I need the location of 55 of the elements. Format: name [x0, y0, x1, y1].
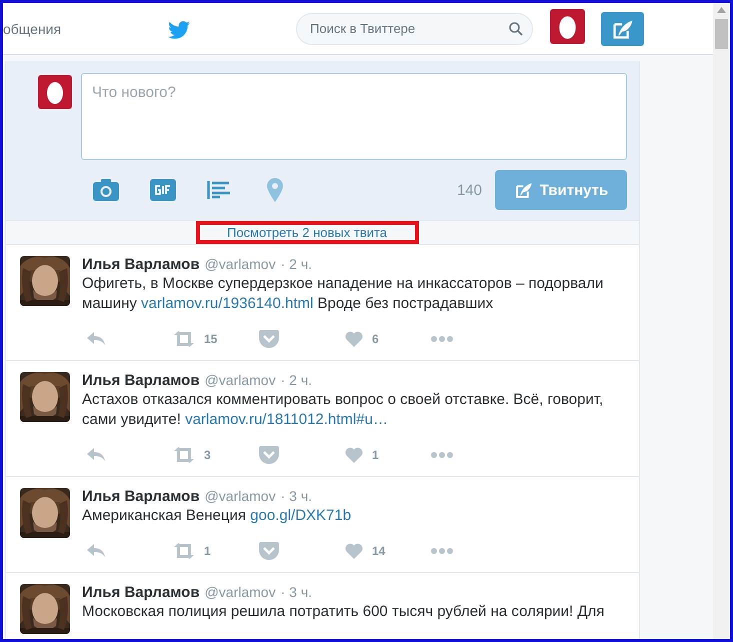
like-count: 6: [372, 332, 379, 346]
scrollbar-thumb[interactable]: [715, 19, 728, 49]
more-icon[interactable]: [431, 336, 453, 342]
camera-icon[interactable]: [93, 179, 119, 201]
author-handle[interactable]: @varlamov: [204, 488, 276, 504]
reply-icon[interactable]: [87, 448, 105, 462]
tweet-link[interactable]: goo.gl/DXK71b: [250, 507, 352, 524]
tweet-text: Астахов отказался комментировать вопрос о своей отставке. Всё, говорит, сами увидите! varlamov.ru/1811012.html#u…: [82, 390, 604, 430]
compose-tweet-button[interactable]: [601, 12, 644, 46]
author-handle[interactable]: @varlamov: [204, 372, 276, 388]
pocket-icon[interactable]: [259, 330, 279, 348]
retweet-count: 15: [204, 332, 218, 346]
author-name[interactable]: Илья Варламов: [82, 256, 200, 273]
search-field[interactable]: Поиск в Твиттере: [296, 12, 533, 44]
retweet-icon[interactable]: [173, 331, 195, 347]
scroll-up-icon[interactable]: [717, 7, 726, 13]
tweet-time[interactable]: · 3 ч.: [280, 488, 312, 504]
author-name[interactable]: Илья Варламов: [82, 488, 200, 505]
character-counter: 140: [456, 182, 482, 198]
author-name[interactable]: Илья Варламов: [82, 372, 200, 389]
like-count: 1: [372, 448, 379, 462]
retweet-count: 3: [204, 448, 211, 462]
tweet-time[interactable]: · 3 ч.: [280, 584, 312, 600]
tweet-input[interactable]: Что нового?: [81, 73, 627, 160]
retweet-count: 1: [204, 544, 211, 558]
author-handle[interactable]: @varlamov: [204, 256, 276, 272]
bird-logo-icon[interactable]: [167, 18, 191, 38]
tweet-text: Офигеть, в Москве супердерзкое нападение на инкассаторов – подорвали машину varlamov.ru/1936140.html Вроде без пострадавших: [82, 274, 604, 314]
retweet-icon[interactable]: [173, 543, 195, 559]
author-handle[interactable]: @varlamov: [204, 584, 276, 600]
heart-icon[interactable]: [345, 447, 363, 463]
reply-icon[interactable]: [87, 332, 105, 346]
heart-icon[interactable]: [345, 331, 363, 347]
more-icon[interactable]: [431, 452, 453, 458]
tweet-text: Американская Венеция goo.gl/DXK71b: [82, 506, 352, 526]
tweet-link[interactable]: varlamov.ru/1936140.html: [141, 295, 314, 312]
pocket-icon[interactable]: [259, 542, 279, 560]
more-icon[interactable]: [431, 548, 453, 554]
location-pin-icon[interactable]: [267, 178, 283, 202]
new-tweets-link[interactable]: Посмотреть 2 новых твита: [226, 225, 388, 240]
tweet-text: Московская полиция решила потратить 600 тысяч рублей на солярии! Для: [82, 602, 606, 622]
author-name[interactable]: Илья Варламов: [82, 584, 200, 601]
tweet-link[interactable]: varlamov.ru/1811012.html#u…: [185, 411, 388, 428]
reply-icon[interactable]: [87, 544, 105, 558]
retweet-icon[interactable]: [173, 447, 195, 463]
gif-icon[interactable]: [150, 179, 176, 201]
heart-icon[interactable]: [345, 543, 363, 559]
search-icon[interactable]: [509, 22, 523, 36]
tweet-time[interactable]: · 2 ч.: [280, 372, 312, 388]
tweet-time[interactable]: · 2 ч.: [280, 256, 312, 272]
like-count: 14: [372, 544, 386, 558]
pocket-icon[interactable]: [259, 446, 279, 464]
nav-label[interactable]: общения: [3, 20, 153, 36]
user-avatar-icon: [38, 75, 72, 109]
poll-icon[interactable]: [207, 180, 231, 200]
